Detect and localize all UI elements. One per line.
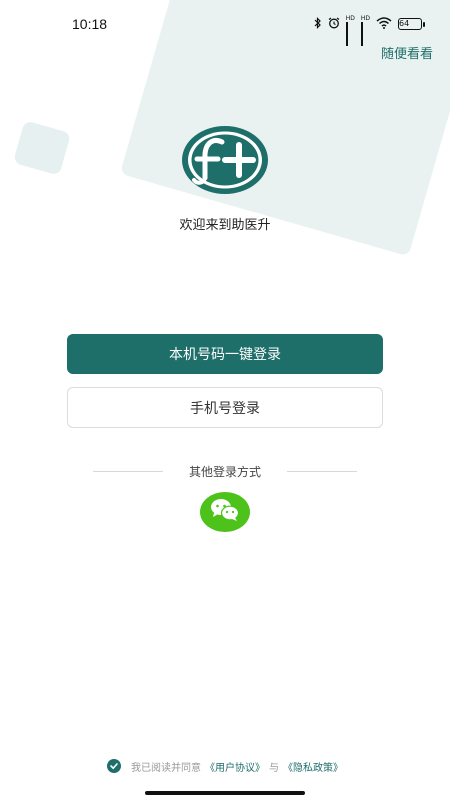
divider-line [286, 470, 357, 472]
background-shape [12, 120, 72, 176]
battery-icon: 64 [398, 18, 425, 30]
signal-icon: HD [360, 15, 370, 46]
phone-login-button[interactable]: 手机号登录 [67, 387, 383, 428]
agreement-prefix: 我已阅读并同意 [131, 762, 201, 774]
bluetooth-icon [314, 16, 322, 32]
agreement-checkbox[interactable] [107, 759, 121, 773]
one-click-login-button[interactable]: 本机号码一键登录 [67, 334, 383, 374]
home-indicator [145, 791, 305, 795]
status-time: 10:18 [72, 16, 108, 32]
wifi-icon [376, 16, 392, 32]
welcome-text: 欢迎来到助医升 [179, 218, 271, 233]
alarm-icon [328, 17, 340, 32]
status-bar: 10:18 HD HD 64 [0, 0, 450, 48]
agreement-row: 我已阅读并同意 《用户协议》 与 《隐私政策》 [0, 758, 450, 774]
agreement-and: 与 [269, 762, 279, 774]
app-logo [180, 124, 270, 196]
browse-link[interactable]: 随便看看 [381, 43, 433, 62]
check-icon [110, 763, 118, 770]
signal-icon: HD [345, 15, 355, 46]
other-login-label: 其他登录方式 [188, 464, 261, 479]
user-agreement-link[interactable]: 《用户协议》 [205, 759, 265, 774]
divider-line [93, 470, 163, 472]
other-login-divider: 其他登录方式 [93, 462, 357, 480]
privacy-policy-link[interactable]: 《隐私政策》 [283, 759, 343, 774]
wechat-icon [210, 498, 240, 526]
wechat-login-button[interactable] [200, 492, 250, 532]
status-icons: HD HD 64 [314, 15, 425, 46]
